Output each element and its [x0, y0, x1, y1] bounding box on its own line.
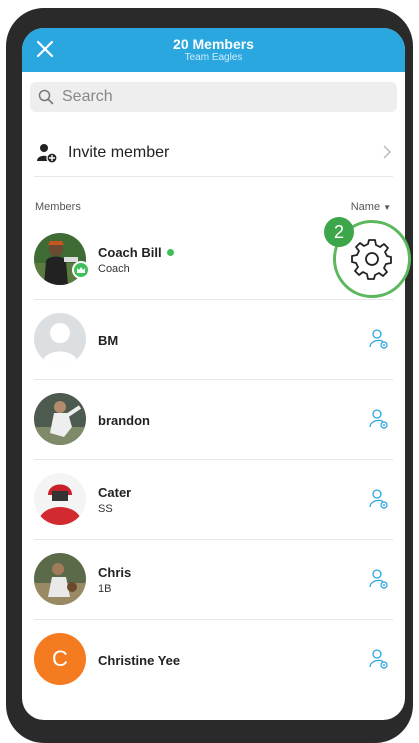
crown-icon — [77, 267, 85, 273]
member-row[interactable]: Cater SS — [22, 459, 405, 539]
avatar — [34, 473, 86, 525]
header-bar: 20 Members Team Eagles — [22, 28, 405, 72]
sort-by-name-button[interactable]: Name ▼ — [351, 201, 391, 213]
members-section-header: Members Name ▼ — [22, 198, 405, 218]
step-badge: 2 — [324, 217, 354, 247]
online-indicator — [166, 249, 174, 256]
member-settings-icon[interactable] — [369, 408, 389, 430]
avatar — [34, 313, 86, 365]
admin-crown-badge — [72, 261, 90, 279]
member-name: Coach Bill — [98, 245, 174, 260]
member-settings-icon[interactable] — [369, 488, 389, 510]
member-settings-icon[interactable] — [369, 328, 389, 350]
member-settings-icon[interactable] — [369, 568, 389, 590]
sort-arrow-icon: ▼ — [383, 203, 391, 212]
invite-member-row[interactable]: Invite member — [22, 130, 405, 176]
avatar: C — [34, 633, 86, 685]
member-row[interactable]: BM — [22, 299, 405, 379]
avatar — [34, 553, 86, 605]
member-role: 1B — [98, 583, 112, 595]
chevron-right-icon — [383, 145, 391, 159]
members-section-label: Members — [35, 201, 81, 213]
page-subtitle: Team Eagles — [184, 52, 243, 63]
member-row[interactable]: C Christine Yee — [22, 619, 405, 699]
member-row[interactable]: Chris 1B — [22, 539, 405, 619]
member-name: BM — [98, 333, 119, 348]
member-row[interactable]: brandon — [22, 379, 405, 459]
sort-label: Name — [350, 201, 381, 213]
member-name: Chris — [98, 565, 132, 580]
member-settings-icon[interactable] — [369, 648, 389, 670]
member-role: SS — [98, 503, 113, 515]
app-screen: 20 Members Team Eagles Invite member Mem… — [22, 28, 405, 720]
search-input[interactable] — [60, 87, 384, 107]
avatar — [34, 393, 86, 445]
member-role: Coach — [98, 263, 130, 275]
divider — [34, 176, 393, 177]
invite-member-label: Invite member — [68, 144, 170, 161]
member-name: Christine Yee — [98, 653, 181, 668]
search-bar[interactable] — [30, 82, 397, 112]
member-name: brandon — [98, 413, 150, 428]
member-name: Cater — [98, 485, 132, 500]
page-title: 20 Members — [173, 36, 254, 52]
add-user-icon — [37, 144, 58, 164]
search-icon — [38, 89, 54, 105]
